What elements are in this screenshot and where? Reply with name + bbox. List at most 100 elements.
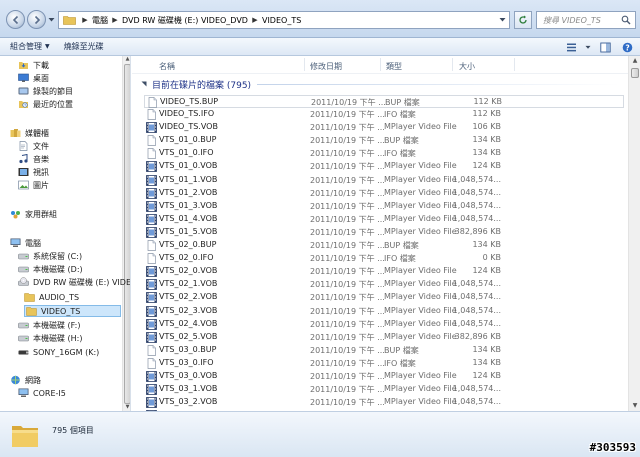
file-row[interactable]: VTS_02_3.VOB 2011/10/19 下午 ... MPlayer Vid… [144, 305, 624, 318]
nav-item-network-computer[interactable]: CORE-I5 [18, 387, 66, 399]
back-button[interactable] [6, 10, 25, 29]
file-date: 2011/10/19 下午 ... [310, 175, 385, 185]
nav-item-usb-drive[interactable]: SONY_16GM (K:) [18, 346, 99, 358]
view-options-dropdown[interactable] [584, 39, 592, 55]
nav-item-computer[interactable]: 電腦 [10, 237, 41, 249]
file-date: 2011/10/19 下午 ... [310, 267, 385, 277]
column-header-type[interactable]: 類型 [386, 61, 402, 72]
forward-button[interactable] [27, 10, 46, 29]
file-row[interactable]: VTS_01_0.BUP 2011/10/19 下午 ... BUP 檔案 134 K… [144, 134, 624, 147]
documents-icon [19, 141, 28, 151]
nav-item-homegroup[interactable]: 家用群組 [10, 208, 57, 220]
file-row[interactable]: VTS_02_1.VOB 2011/10/19 下午 ... MPlayer Vid… [144, 278, 624, 291]
nav-item-folder[interactable]: VIDEO_TS [24, 305, 121, 317]
nav-item-videos[interactable]: 視訊 [18, 166, 49, 178]
search-input[interactable]: 搜尋 VIDEO_TS [543, 15, 621, 26]
scrollbar-thumb[interactable] [631, 68, 639, 78]
file-row[interactable]: VTS_01_3.VOB 2011/10/19 下午 ... MPlayer Vid… [144, 200, 624, 213]
nav-item-desktop[interactable]: 桌面 [18, 72, 49, 84]
navigation-scrollbar[interactable]: ▲ ▼ [122, 56, 130, 411]
column-divider[interactable] [304, 58, 305, 71]
file-row[interactable]: VTS_03_0.IFO 2011/10/19 下午 ... IFO 檔案 134 K… [144, 357, 624, 370]
nav-item-documents[interactable]: 文件 [18, 140, 49, 152]
column-divider[interactable] [452, 58, 453, 71]
nav-item-drive[interactable]: 本機磁碟 (D:) [18, 263, 83, 275]
column-divider[interactable] [514, 58, 515, 71]
file-type: IFO 檔案 [384, 110, 416, 120]
breadcrumb-dvd-drive[interactable]: DVD RW 磁碟機 (E:) VIDEO_DVD [120, 12, 250, 28]
scrollbar-thumb[interactable] [124, 64, 130, 404]
nav-item-network[interactable]: 網路 [10, 374, 41, 386]
file-row[interactable]: VTS_02_0.IFO 2011/10/19 下午 ... IFO 檔案 0 KB [144, 252, 624, 265]
search-box[interactable]: 搜尋 VIDEO_TS [536, 11, 636, 29]
nav-item-drive[interactable]: 本機磁碟 (F:) [18, 319, 80, 331]
collapse-triangle-icon[interactable] [140, 80, 148, 88]
nav-item-recorded-tv[interactable]: 錄製的節目 [18, 85, 73, 97]
breadcrumb-separator[interactable]: ▶ [80, 16, 90, 24]
column-divider[interactable] [380, 58, 381, 71]
file-row[interactable]: VTS_02_2.VOB 2011/10/19 下午 ... MPlayer Vid… [144, 291, 624, 304]
nav-item-folder[interactable]: AUDIO_TS [24, 291, 79, 303]
file-list-scrollbar[interactable]: ▲ ▼ [628, 56, 640, 411]
file-date: 2011/10/19 下午 ... [311, 98, 386, 107]
search-icon[interactable] [621, 15, 631, 25]
file-row[interactable]: VTS_01_0.VOB 2011/10/19 下午 ... MPlayer Vid… [144, 160, 624, 173]
nav-item-drive[interactable]: 本機磁碟 (H:) [18, 332, 83, 344]
svg-text:?: ? [625, 43, 629, 52]
group-header[interactable]: 目前在碟片的檔案 (795) [140, 77, 620, 91]
address-history-dropdown-icon[interactable] [499, 17, 506, 23]
file-size: 1,048,574... [452, 213, 501, 223]
breadcrumb-video-ts[interactable]: VIDEO_TS [260, 12, 303, 28]
file-row[interactable]: VTS_01_1.VOB 2011/10/19 下午 ... MPlayer Vid… [144, 174, 624, 187]
file-row[interactable]: VTS_01_0.IFO 2011/10/19 下午 ... IFO 檔案 134 K… [144, 147, 624, 160]
file-row[interactable]: VIDEO_TS.BUP 2011/10/19 下午 ... BUP 檔案 112 K… [144, 95, 624, 109]
nav-item-drive[interactable]: 系統保留 (C:) [18, 250, 82, 262]
breadcrumb-computer[interactable]: 電腦 [90, 12, 110, 28]
scroll-up-icon[interactable]: ▲ [124, 56, 130, 63]
file-row[interactable]: VIDEO_TS.VOB 2011/10/19 下午 ... MPlayer Vid… [144, 121, 624, 134]
preview-pane-button[interactable] [596, 39, 614, 55]
file-name: VTS_01_1.VOB [159, 174, 218, 184]
file-row[interactable]: VTS_03_0.BUP 2011/10/19 下午 ... BUP 檔案 134 K… [144, 344, 624, 357]
nav-item-download-folder[interactable]: 下載 [18, 59, 49, 71]
preview-pane-icon [599, 42, 611, 52]
column-header-name[interactable]: 名稱 [159, 61, 175, 72]
nav-item-libraries[interactable]: 媒體櫃 [10, 127, 49, 139]
nav-item-recent-places[interactable]: 最近的位置 [18, 98, 73, 110]
breadcrumb-separator[interactable]: ▶ [110, 16, 120, 24]
file-row[interactable]: VTS_02_0.VOB 2011/10/19 下午 ... MPlayer Vid… [144, 265, 624, 278]
file-row[interactable]: VTS_02_4.VOB 2011/10/19 下午 ... MPlayer Vid… [144, 318, 624, 331]
burn-to-disc-button[interactable]: 燒錄至光碟 [64, 41, 104, 52]
file-date: 2011/10/19 下午 ... [310, 293, 385, 303]
file-row[interactable]: VTS_02_5.VOB 2011/10/19 下午 ... MPlayer Vid… [144, 331, 624, 344]
arrow-right-icon [34, 15, 40, 24]
file-row[interactable]: VTS_03_1.VOB 2011/10/19 下午 ... MPlayer Vid… [144, 383, 624, 396]
file-row[interactable]: VIDEO_TS.IFO 2011/10/19 下午 ... IFO 檔案 112 K… [144, 108, 624, 121]
file-row[interactable]: VTS_02_0.BUP 2011/10/19 下午 ... BUP 檔案 134 K… [144, 239, 624, 252]
file-type: BUP 檔案 [385, 98, 420, 107]
column-header-modified[interactable]: 修改日期 [310, 61, 342, 72]
file-row[interactable]: VTS_01_5.VOB 2011/10/19 下午 ... MPlayer Vid… [144, 226, 624, 239]
nav-item-music[interactable]: 音樂 [18, 153, 49, 165]
help-button[interactable]: ? [618, 39, 636, 55]
scroll-down-icon[interactable]: ▼ [124, 404, 130, 411]
organize-menu-button[interactable]: 組合管理 ▼ [10, 41, 50, 52]
change-view-button[interactable] [562, 39, 580, 55]
scroll-up-icon[interactable]: ▲ [631, 57, 639, 65]
refresh-button[interactable] [514, 11, 532, 29]
column-header-size[interactable]: 大小 [459, 61, 475, 72]
nav-item-pictures[interactable]: 圖片 [18, 179, 49, 191]
file-row[interactable]: VTS_03_0.VOB 2011/10/19 下午 ... MPlayer Vid… [144, 370, 624, 383]
nav-item-dvd-drive[interactable]: DVD RW 磁碟機 (E:) VIDEO_DVD [18, 276, 130, 288]
file-row[interactable]: VTS_03_2.VOB 2011/10/19 下午 ... MPlayer Vid… [144, 396, 624, 409]
nav-item-label: 文件 [33, 141, 49, 151]
file-date: 2011/10/19 下午 ... [310, 149, 385, 159]
scroll-down-icon[interactable]: ▼ [631, 402, 639, 410]
file-row[interactable]: VTS_01_4.VOB 2011/10/19 下午 ... MPlayer Vid… [144, 213, 624, 226]
nav-item-label: SONY_16GM (K:) [33, 347, 100, 357]
nav-item-label: 圖片 [33, 180, 49, 190]
address-field[interactable]: ▶ 電腦 ▶ DVD RW 磁碟機 (E:) VIDEO_DVD ▶ VIDEO… [58, 11, 510, 29]
breadcrumb-separator[interactable]: ▶ [250, 16, 260, 24]
recent-pages-dropdown-icon[interactable] [48, 17, 55, 23]
file-row[interactable]: VTS_01_2.VOB 2011/10/19 下午 ... MPlayer Vid… [144, 187, 624, 200]
